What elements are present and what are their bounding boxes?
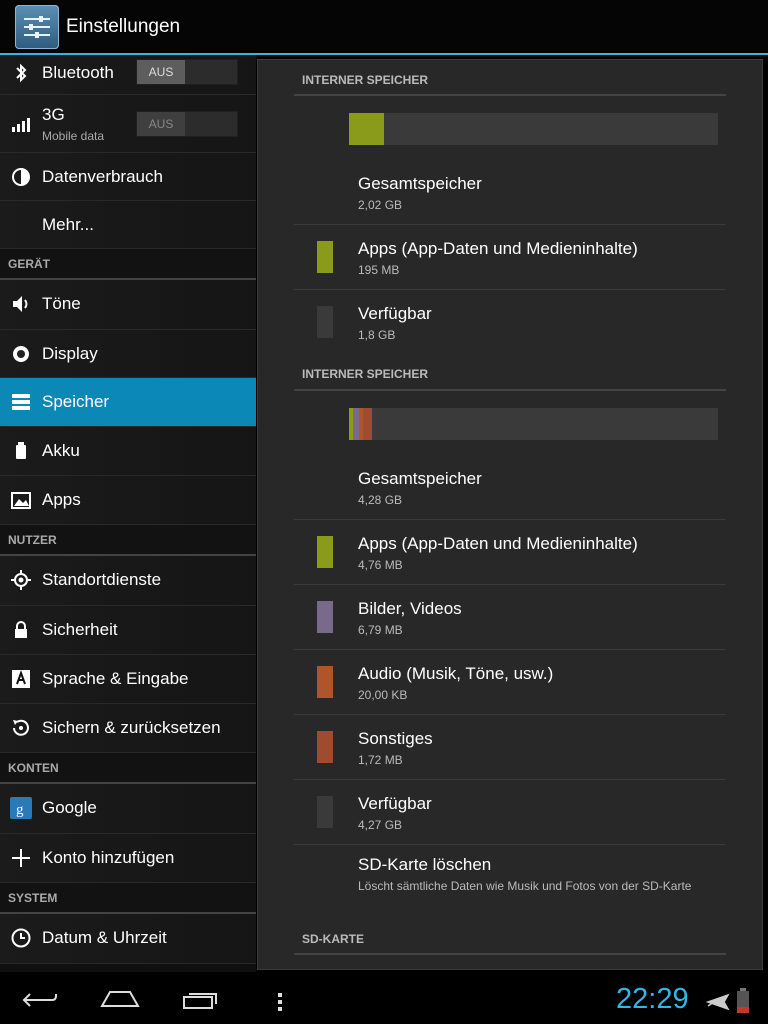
storage-section-header: INTERNER SPEICHER [294, 60, 726, 96]
plus-icon [12, 849, 30, 867]
bluetooth-toggle[interactable]: AUS [136, 59, 238, 85]
mobile-data-toggle[interactable]: AUS [136, 111, 238, 137]
storage-usage-bar-row [258, 96, 762, 160]
bluetooth-icon [16, 63, 27, 83]
section-header-device: GERÄT [0, 249, 256, 280]
signal-icon [12, 118, 30, 132]
storage-usage-bar [349, 113, 718, 145]
backup-icon [13, 719, 29, 736]
sidebar-item-more[interactable]: Mehr... [0, 201, 256, 249]
home-icon[interactable] [100, 990, 140, 1008]
sidebar-item-google[interactable]: g Google [0, 784, 256, 834]
sidebar-item-sound[interactable]: Töne [0, 280, 256, 330]
airplane-mode-icon [706, 993, 730, 1011]
usage-segment-sonstiges [362, 408, 372, 440]
storage-misc-item[interactable]: Sonstiges 1,72 MB [294, 715, 726, 780]
storage-section-header: SD-KARTE [294, 925, 726, 955]
sidebar-item-label: Datum & Uhrzeit [42, 928, 167, 947]
settings-app-icon[interactable] [15, 5, 59, 49]
svg-text:g: g [16, 802, 24, 818]
sidebar-item-label: Bluetooth [42, 63, 114, 82]
apps-color-swatch [317, 536, 333, 568]
storage-pictures-item[interactable]: Bilder, Videos 6,79 MB [294, 585, 726, 650]
storage-usage-bar [349, 408, 718, 440]
free-color-swatch [317, 306, 333, 338]
apps-color-swatch [317, 241, 333, 273]
sidebar-item-label: Sprache & Eingabe [42, 669, 189, 688]
sidebar-item-security[interactable]: Sicherheit [0, 606, 256, 655]
clock-icon [11, 928, 31, 948]
menu-icon[interactable] [276, 992, 284, 1012]
sidebar-item-label: Mehr... [42, 215, 94, 234]
brightness-icon [13, 346, 29, 362]
sidebar-item-data-usage[interactable]: Datenverbrauch [0, 153, 256, 201]
section-header-user: NUTZER [0, 525, 256, 556]
section-header-system: SYSTEM [0, 883, 256, 914]
apps-icon [11, 492, 31, 509]
free-color-swatch [317, 796, 333, 828]
system-nav-bar: 22:29 [0, 972, 768, 1024]
sidebar-item-label: Töne [42, 294, 81, 313]
sidebar-item-location[interactable]: Standortdienste [0, 556, 256, 606]
sidebar-item-3g[interactable]: 3G Mobile data AUS [0, 95, 256, 153]
google-icon: g [10, 797, 32, 819]
storage-free-item[interactable]: Verfügbar 4,27 GB [294, 780, 726, 845]
battery-low-icon [737, 988, 749, 1013]
audio-color-swatch [317, 666, 333, 698]
data-usage-icon [12, 168, 30, 186]
storage-icon [12, 394, 30, 410]
sidebar-item-label: Akku [42, 441, 80, 460]
settings-sidebar: Bluetooth AUS 3G Mobile data AUS Datenve… [0, 55, 256, 972]
sidebar-item-battery[interactable]: Akku [0, 427, 256, 476]
sidebar-item-date-time[interactable]: Datum & Uhrzeit [0, 914, 256, 964]
recent-apps-icon[interactable] [182, 990, 220, 1010]
action-bar: Einstellungen [0, 0, 768, 55]
storage-total-item[interactable]: Gesamtspeicher 2,02 GB [294, 160, 726, 225]
usage-segment-apps [349, 113, 384, 145]
battery-icon [16, 442, 26, 459]
sidebar-item-label: Standortdienste [42, 570, 162, 589]
storage-detail-pane: INTERNER SPEICHER Gesamtspeicher 2,02 GB… [257, 59, 763, 970]
page-title: Einstellungen [66, 16, 181, 37]
sidebar-item-label: Google [42, 798, 97, 817]
sidebar-item-backup-reset[interactable]: Sichern & zurücksetzen [0, 704, 256, 753]
sidebar-item-language[interactable]: Sprache & Eingabe [0, 655, 256, 704]
sidebar-item-label: Display [42, 344, 98, 363]
sidebar-item-bluetooth[interactable]: Bluetooth AUS [0, 55, 256, 95]
lock-icon [15, 621, 27, 638]
section-header-accounts: KONTEN [0, 753, 256, 784]
sidebar-item-add-account[interactable]: Konto hinzufügen [0, 834, 256, 883]
sidebar-item-display[interactable]: Display [0, 330, 256, 378]
speaker-icon [13, 296, 28, 312]
sidebar-item-label: Sichern & zurücksetzen [42, 718, 221, 737]
status-clock[interactable]: 22:29 [616, 983, 689, 1016]
back-icon[interactable] [22, 990, 58, 1010]
sidebar-item-label: Apps [42, 490, 81, 509]
storage-usage-bar-row [258, 391, 762, 455]
sidebar-item-label: Datenverbrauch [42, 167, 163, 186]
keyboard-letter-icon [12, 670, 30, 688]
storage-section-header: INTERNER SPEICHER [294, 354, 726, 391]
sidebar-item-label: Konto hinzufügen [42, 848, 175, 867]
sidebar-item-apps[interactable]: Apps [0, 476, 256, 525]
sidebar-item-label: 3G [42, 105, 65, 124]
storage-free-item[interactable]: Verfügbar 1,8 GB [294, 290, 726, 354]
sidebar-item-storage[interactable]: Speicher [0, 378, 256, 427]
sidebar-item-label: Speicher [42, 392, 110, 411]
storage-audio-item[interactable]: Audio (Musik, Töne, usw.) 20,00 KB [294, 650, 726, 715]
sidebar-item-label: Sicherheit [42, 620, 118, 639]
storage-apps-item[interactable]: Apps (App-Daten und Medieninhalte) 195 M… [294, 225, 726, 290]
location-icon [11, 570, 31, 590]
pictures-color-swatch [317, 601, 333, 633]
misc-color-swatch [317, 731, 333, 763]
storage-apps-item[interactable]: Apps (App-Daten und Medieninhalte) 4,76 … [294, 520, 726, 585]
sidebar-item-sublabel: Mobile data [42, 129, 105, 143]
storage-total-item[interactable]: Gesamtspeicher 4,28 GB [294, 455, 726, 520]
erase-sd-card-item[interactable]: SD-Karte löschen Löscht sämtliche Daten … [294, 845, 726, 925]
